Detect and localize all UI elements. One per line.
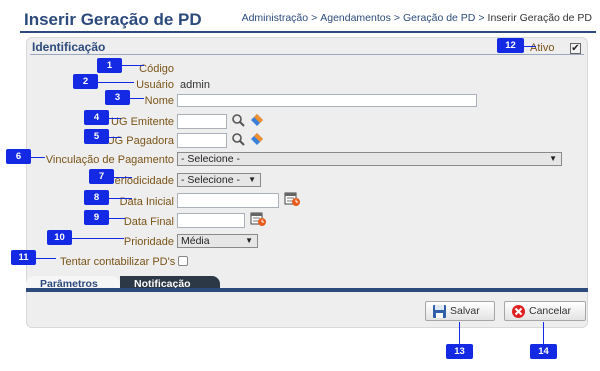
ug-emitente-input[interactable] <box>177 114 227 129</box>
callout-line <box>109 137 121 138</box>
cancel-button[interactable]: Cancelar <box>504 301 586 321</box>
callout-line <box>543 322 544 344</box>
vinculacao-selected: - Selecione - <box>181 153 240 165</box>
callout-2: 2 <box>73 74 98 89</box>
breadcrumb-separator: > <box>311 12 318 24</box>
callout-4: 4 <box>84 110 109 125</box>
vinculacao-select[interactable]: - Selecione - ▼ <box>177 152 562 166</box>
callout-line <box>114 177 132 178</box>
callout-line <box>72 238 124 239</box>
callout-line <box>524 46 536 47</box>
breadcrumb: Administração > Agendamentos > Geração de PD… <box>242 12 592 24</box>
callout-7: 7 <box>89 169 114 184</box>
callout-line <box>109 198 132 199</box>
callout-line <box>122 65 144 66</box>
ug-pagadora-input[interactable] <box>177 133 227 148</box>
dropdown-arrow-icon: ▼ <box>248 175 256 184</box>
callout-9: 9 <box>84 210 109 225</box>
callout-line <box>98 82 134 83</box>
search-icon[interactable] <box>231 113 246 128</box>
data-inicial-input[interactable] <box>177 193 279 208</box>
prioridade-selected: Média <box>181 235 210 247</box>
eraser-icon[interactable] <box>250 132 265 147</box>
contabilizar-label: Tentar contabilizar PD's <box>60 256 176 268</box>
title-divider <box>20 31 596 33</box>
callout-1: 1 <box>97 58 122 73</box>
panel-title: Identificação <box>32 40 106 54</box>
breadcrumb-separator: > <box>393 12 401 24</box>
ativo-checkbox[interactable]: ✔ <box>570 43 581 54</box>
page-title: Inserir Geração de PD <box>24 10 202 29</box>
cancel-button-label: Cancelar <box>529 305 572 317</box>
save-button[interactable]: Salvar <box>425 301 495 321</box>
prioridade-select[interactable]: Média ▼ <box>177 234 258 248</box>
callout-line <box>130 98 144 99</box>
callout-line <box>109 118 121 119</box>
breadcrumb-geracao-pd[interactable]: Geração de PD <box>403 12 475 24</box>
periodicidade-select[interactable]: - Selecione - ▼ <box>177 173 261 187</box>
callout-line <box>31 157 45 158</box>
usuario-value: admin <box>180 79 210 91</box>
callout-11: 11 <box>11 250 36 265</box>
breadcrumb-separator: > <box>478 12 485 24</box>
callout-5: 5 <box>84 129 109 144</box>
eraser-icon[interactable] <box>250 113 265 128</box>
breadcrumb-agendamentos[interactable]: Agendamentos <box>320 12 391 24</box>
callout-13: 13 <box>446 344 473 359</box>
search-icon[interactable] <box>231 132 246 147</box>
dropdown-arrow-icon: ▼ <box>245 236 253 245</box>
cancel-icon <box>512 304 525 318</box>
periodicidade-selected: - Selecione - <box>181 174 240 186</box>
callout-14: 14 <box>530 344 557 359</box>
calendar-icon[interactable] <box>250 210 267 227</box>
callout-12: 12 <box>497 38 524 53</box>
callout-3: 3 <box>105 90 130 105</box>
data-final-input[interactable] <box>177 213 245 228</box>
callout-6: 6 <box>6 149 31 164</box>
panel-divider <box>30 54 584 55</box>
tab-bar <box>26 288 588 292</box>
calendar-icon[interactable] <box>284 190 301 207</box>
save-icon <box>433 304 446 318</box>
nome-input[interactable] <box>177 94 477 107</box>
contabilizar-checkbox[interactable] <box>178 256 188 266</box>
save-button-label: Salvar <box>450 305 480 317</box>
callout-8: 8 <box>84 190 109 205</box>
dropdown-arrow-icon: ▼ <box>549 154 557 163</box>
ativo-label: Ativo <box>530 42 555 54</box>
callout-line <box>459 322 460 344</box>
vinculacao-label: Vinculação de Pagamento <box>45 154 174 166</box>
callout-line <box>109 218 125 219</box>
callout-line <box>36 258 56 259</box>
breadcrumb-administracao[interactable]: Administração <box>242 12 309 24</box>
callout-10: 10 <box>47 230 72 245</box>
breadcrumb-current: Inserir Geração de PD <box>487 12 592 24</box>
